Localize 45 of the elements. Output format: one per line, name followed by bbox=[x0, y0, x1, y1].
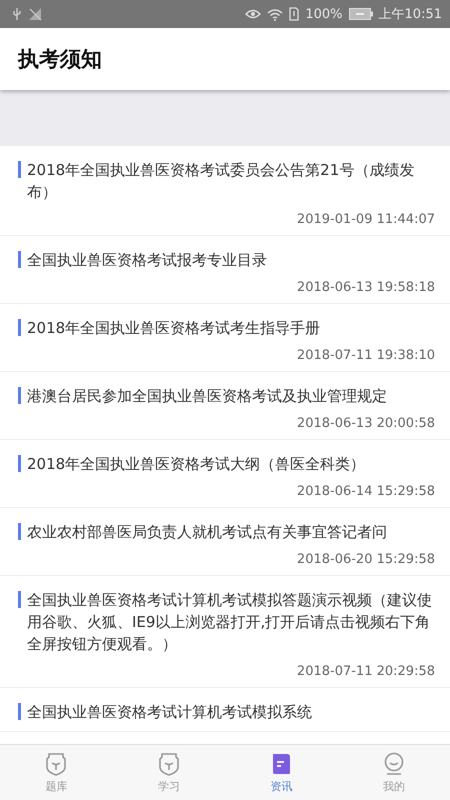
sim-icon bbox=[289, 7, 300, 21]
signal-icon bbox=[28, 7, 42, 21]
article-item[interactable]: 农业农村部兽医局负责人就机考试点有关事宜答记者问 2018-06-20 15:29:58 bbox=[0, 508, 450, 576]
accent-bar bbox=[18, 161, 21, 178]
accent-bar bbox=[18, 455, 21, 472]
article-date: 2018-07-11 19:38:10 bbox=[296, 348, 435, 363]
article-item[interactable]: 全国执业兽医资格考试报考专业目录 2018-06-13 19:58:18 bbox=[0, 236, 450, 304]
accent-bar bbox=[18, 523, 21, 540]
accent-bar bbox=[18, 703, 21, 720]
shield-icon bbox=[158, 752, 180, 776]
accent-bar bbox=[18, 319, 21, 336]
article-title: 全国执业兽医资格考试报考专业目录 bbox=[27, 250, 267, 271]
nav-tab[interactable]: 资讯 bbox=[225, 745, 338, 800]
clock-time: 上午10:51 bbox=[378, 6, 442, 23]
page-title: 执考须知 bbox=[18, 46, 102, 73]
article-title: 全国执业兽医资格考试计算机考试模拟系统 bbox=[27, 702, 312, 723]
article-title: 全国执业兽医资格考试计算机考试模拟答题演示视频（建议使用谷歌、火狐、IE9以上浏览器打开,打开后请点击视频右下角全屏按钮方便观看。） bbox=[27, 590, 433, 655]
article-title: 港澳台居民参加全国执业兽医资格考试及执业管理规定 bbox=[27, 386, 387, 407]
battery-icon bbox=[348, 8, 373, 20]
article-item[interactable]: 全国执业兽医资格考试计算机考试模拟答题演示视频（建议使用谷歌、火狐、IE9以上浏览器打开,打开后请点击视频右下角全屏按钮方便观看。） 2018-07-11 20:29:58 bbox=[0, 576, 450, 688]
accent-bar bbox=[18, 387, 21, 404]
article-title: 2018年全国执业兽医资格考试委员会公告第21号（成绩发布） bbox=[27, 160, 416, 203]
usb-icon bbox=[12, 7, 22, 21]
accent-bar bbox=[18, 251, 21, 268]
article-date: 2018-06-14 15:29:58 bbox=[296, 484, 435, 499]
article-date: 2018-06-13 19:58:18 bbox=[296, 280, 435, 295]
face-icon bbox=[382, 752, 405, 776]
article-item[interactable]: 2018年全国执业兽医资格考试考生指导手册 2018-07-11 19:38:10 bbox=[0, 304, 450, 372]
article-date: 2018-06-13 20:00:58 bbox=[296, 416, 435, 431]
battery-percent: 100% bbox=[305, 6, 343, 22]
article-date: 2019-01-09 11:44:07 bbox=[296, 212, 435, 227]
article-item[interactable]: 2018年全国执业兽医资格考试委员会公告第21号（成绩发布） 2019-01-09 11:44:07 bbox=[0, 146, 450, 236]
article-date: 2018-07-11 20:29:58 bbox=[296, 664, 435, 679]
accent-bar bbox=[18, 591, 21, 608]
document-icon bbox=[270, 752, 292, 776]
eye-icon bbox=[245, 8, 262, 20]
article-date: 2018-06-20 15:29:58 bbox=[296, 552, 435, 567]
article-title: 2018年全国执业兽医资格考试大纲（兽医全科类） bbox=[27, 454, 366, 475]
article-title: 农业农村部兽医局负责人就机考试点有关事宜答记者问 bbox=[27, 522, 387, 543]
article-title: 2018年全国执业兽医资格考试考生指导手册 bbox=[27, 318, 320, 339]
article-item[interactable]: 港澳台居民参加全国执业兽医资格考试及执业管理规定 2018-06-13 20:00:58 bbox=[0, 372, 450, 440]
article-item[interactable]: 全国执业兽医资格考试计算机考试模拟系统 bbox=[0, 688, 450, 732]
wifi-icon bbox=[267, 8, 284, 20]
article-item[interactable]: 2018年全国执业兽医资格考试大纲（兽医全科类） 2018-06-14 15:29:58 bbox=[0, 440, 450, 508]
shield-icon bbox=[45, 752, 68, 776]
